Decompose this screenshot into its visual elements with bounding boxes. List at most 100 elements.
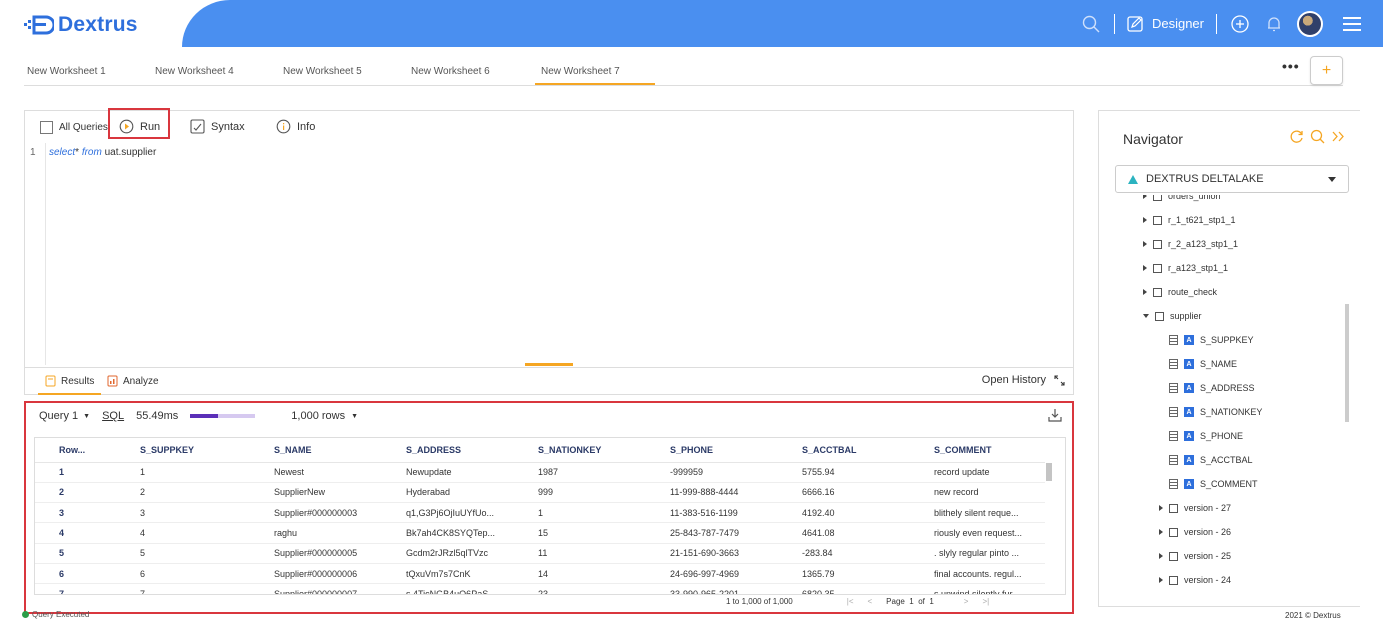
tab-worksheet-7[interactable]: New Worksheet 7 [541, 66, 620, 77]
tree-version-item[interactable]: version - 26 [1159, 527, 1231, 537]
tree-version-item[interactable]: version - 27 [1159, 503, 1231, 513]
column-header[interactable]: S_NAME [268, 438, 400, 463]
expand-arrow-icon[interactable] [1159, 529, 1163, 535]
version-icon [1169, 575, 1178, 585]
table-row[interactable]: 2 2 SupplierNew Hyderabad 999 11-999-888-4444… [35, 482, 1045, 504]
table-row[interactable]: 3 3 Supplier#000000003 q1,G3Pj6OjIuUYfUo...… [35, 502, 1045, 524]
designer-button[interactable]: Designer [1127, 15, 1204, 32]
tree-column-item[interactable]: A S_NAME [1169, 359, 1237, 369]
tab-worksheet-5[interactable]: New Worksheet 5 [283, 66, 362, 77]
page-label: Page [886, 597, 905, 606]
syntax-button[interactable]: Syntax [190, 119, 245, 134]
column-header[interactable]: S_ACCTBAL [796, 438, 928, 463]
column-header[interactable]: S_ADDRESS [400, 438, 532, 463]
tree-column-item[interactable]: A S_ACCTBAL [1169, 455, 1253, 465]
table-row[interactable]: 4 4 raghu Bk7ah4CK8SYQTep... 15 25-843-787-74… [35, 522, 1045, 544]
open-history-button[interactable]: Open History [982, 374, 1065, 386]
results-panel: Query 1 ▼ SQL 55.49ms 1,000 rows ▼ Row..… [24, 401, 1074, 614]
collapse-panel-icon[interactable] [1331, 129, 1346, 144]
sql-table-name: uat.supplier [104, 147, 157, 158]
avatar[interactable] [1297, 10, 1323, 37]
search-icon[interactable] [1080, 13, 1102, 35]
table-cell: . slyly regular pinto ... [928, 543, 1045, 564]
table-cell: q1,G3Pj6OjIuUYfUo... [400, 502, 532, 524]
table-row[interactable]: 7 7 Supplier#000000007 s,4TicNGB4uO6PaS... 2… [35, 583, 1045, 594]
info-button[interactable]: Info [276, 119, 315, 134]
expand-arrow-icon[interactable] [1159, 505, 1163, 511]
navigator-scrollbar[interactable] [1345, 304, 1349, 422]
hamburger-menu-icon[interactable] [1341, 13, 1363, 35]
table-cell: 7 [35, 583, 134, 594]
search-icon[interactable] [1310, 129, 1325, 144]
tree-column-item[interactable]: A S_NATIONKEY [1169, 407, 1262, 417]
expand-arrow-icon[interactable] [1143, 265, 1147, 271]
expand-arrow-icon[interactable] [1143, 241, 1147, 247]
refresh-icon[interactable] [1289, 129, 1304, 144]
add-circle-icon[interactable] [1229, 13, 1251, 35]
app-header: Dextrus Designer [0, 0, 1383, 47]
navigator-panel: Navigator DEXTRUS DELTALAKE orders_union… [1098, 110, 1360, 607]
column-header[interactable]: Row... [35, 438, 134, 463]
tab-worksheet-4[interactable]: New Worksheet 4 [155, 66, 234, 77]
prev-page-button[interactable]: < [867, 597, 872, 606]
table-cell: tQxuVm7s7CnK [400, 563, 532, 585]
expand-arrow-icon[interactable] [1143, 289, 1147, 295]
expand-arrow-icon[interactable] [1159, 553, 1163, 559]
tree-table-item[interactable]: supplier [1143, 311, 1202, 321]
column-header[interactable]: S_COMMENT [928, 438, 1045, 463]
tab-results[interactable]: Results [45, 375, 94, 387]
download-icon[interactable] [1048, 408, 1062, 425]
expand-arrow-icon[interactable] [1159, 577, 1163, 583]
table-row[interactable]: 5 5 Supplier#000000005 Gcdm2rJRzl5qlTVzc 11 2… [35, 543, 1045, 564]
run-button[interactable]: Run [119, 119, 160, 134]
last-page-button[interactable]: >| [982, 597, 989, 606]
tree-table-item[interactable]: r_1_t621_stp1_1 [1143, 215, 1236, 225]
tree-column-item[interactable]: A S_SUPPKEY [1169, 335, 1254, 345]
query-select[interactable]: Query 1 ▼ [39, 410, 90, 422]
bell-icon[interactable] [1263, 13, 1285, 35]
tab-worksheet-6[interactable]: New Worksheet 6 [411, 66, 490, 77]
column-header[interactable]: S_PHONE [664, 438, 796, 463]
add-worksheet-button[interactable]: + [1310, 56, 1343, 85]
expand-arrow-icon[interactable] [1143, 195, 1147, 199]
datasource-select[interactable]: DEXTRUS DELTALAKE [1115, 165, 1349, 193]
expand-icon[interactable] [1054, 374, 1065, 386]
logo[interactable]: Dextrus [24, 13, 138, 37]
info-icon [276, 119, 291, 134]
table-cell: 25-843-787-7479 [664, 522, 796, 544]
expand-arrow-icon[interactable] [1143, 217, 1147, 223]
table-cell: raghu [268, 522, 400, 544]
tab-worksheet-1[interactable]: New Worksheet 1 [27, 66, 106, 77]
expand-arrow-icon[interactable] [1143, 314, 1149, 318]
column-header[interactable]: S_SUPPKEY [134, 438, 268, 463]
editor-resize-handle[interactable] [525, 363, 573, 366]
tree-table-item[interactable]: orders_union [1143, 195, 1221, 201]
tree-table-item[interactable]: r_2_a123_stp1_1 [1143, 239, 1238, 249]
tree-version-item[interactable]: version - 25 [1159, 551, 1231, 561]
column-icon [1169, 479, 1178, 489]
tree-item-label: r_1_t621_stp1_1 [1168, 215, 1236, 225]
table-row[interactable]: 1 1 Newest Newupdate 1987 -999959 5755.94 recor… [35, 462, 1045, 483]
table-cell: 1 [134, 462, 268, 483]
sql-code[interactable]: select* from uat.supplier [49, 147, 156, 158]
tab-analyze[interactable]: Analyze [107, 375, 159, 387]
grid-scrollbar[interactable] [1046, 463, 1052, 481]
rows-select[interactable]: 1,000 rows ▼ [291, 410, 358, 422]
line-number: 1 [30, 147, 36, 158]
more-tabs-button[interactable]: ••• [1282, 58, 1300, 74]
first-page-button[interactable]: |< [847, 597, 854, 606]
next-page-button[interactable]: > [964, 597, 969, 606]
tree-table-item[interactable]: route_check [1143, 287, 1217, 297]
sql-link[interactable]: SQL [102, 410, 124, 422]
column-header[interactable]: S_NATIONKEY [532, 438, 664, 463]
tree-version-item[interactable]: version - 24 [1159, 575, 1231, 585]
tree-table-item[interactable]: r_a123_stp1_1 [1143, 263, 1228, 273]
tree-column-item[interactable]: A S_ADDRESS [1169, 383, 1255, 393]
table-cell: 3 [35, 502, 134, 524]
all-queries-checkbox[interactable] [40, 121, 53, 134]
tree-column-item[interactable]: A S_COMMENT [1169, 479, 1258, 489]
tree-column-item[interactable]: A S_PHONE [1169, 431, 1243, 441]
table-row[interactable]: 6 6 Supplier#000000006 tQxuVm7s7CnK 14 24-696… [35, 563, 1045, 585]
table-cell: 21-151-690-3663 [664, 543, 796, 564]
all-queries-toggle[interactable]: All Queries [40, 121, 108, 134]
